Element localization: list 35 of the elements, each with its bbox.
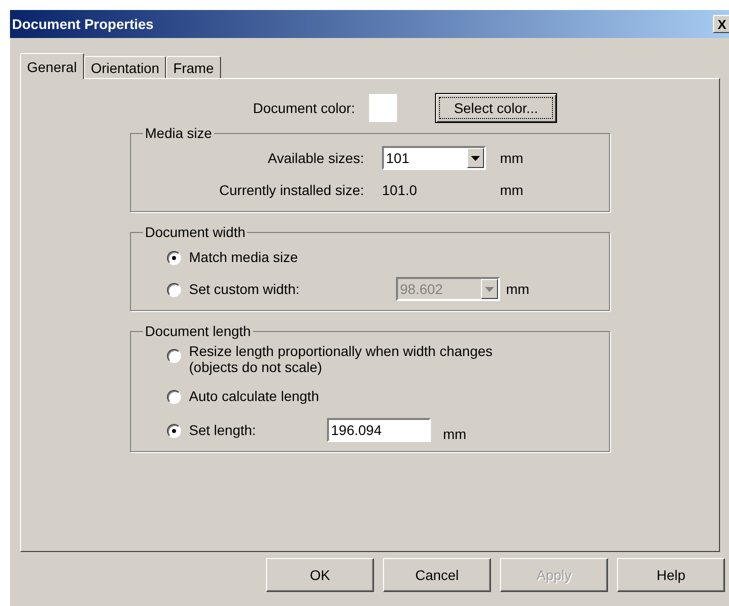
dialog-button[interactable]: Cancel xyxy=(383,558,491,592)
document-color-label: Document color: xyxy=(253,100,355,116)
tab[interactable]: General xyxy=(20,53,84,79)
dialog-button[interactable]: Help xyxy=(617,558,725,592)
dropdown-arrow-icon xyxy=(471,156,480,160)
unit-label: mm xyxy=(500,182,524,198)
close-button[interactable]: X xyxy=(713,15,729,33)
available-sizes-label: Available sizes: xyxy=(266,150,364,166)
radio-button[interactable] xyxy=(167,390,181,404)
option-label: Set custom width: xyxy=(189,281,300,297)
length-input[interactable]: 196.094 xyxy=(327,418,431,442)
tab[interactable]: Orientation xyxy=(84,56,166,78)
unit-label: mm xyxy=(500,150,524,166)
select-color-button[interactable]: Select color... xyxy=(434,93,557,123)
unit-label: mm xyxy=(443,426,466,442)
installed-size-value: 101.0 xyxy=(382,182,418,198)
option-label: (objects do not scale) xyxy=(189,359,324,375)
unit-label: mm xyxy=(506,281,530,297)
available-sizes-dropdown[interactable]: 101 xyxy=(382,146,486,170)
radio-button[interactable] xyxy=(167,349,181,363)
group-title: Media size xyxy=(144,125,213,141)
dialog-button[interactable]: OK xyxy=(266,558,374,592)
window-title: Document Properties xyxy=(11,16,154,32)
option-label: Auto calculate length xyxy=(189,388,319,404)
option-label: Resize length proportionally when width changes xyxy=(189,343,493,359)
option-label: Set length: xyxy=(189,422,256,438)
tab[interactable]: Frame xyxy=(166,56,221,78)
radio-button[interactable] xyxy=(167,251,181,265)
radio-button[interactable] xyxy=(167,283,181,297)
group-title: Document length xyxy=(144,323,252,339)
radio-button[interactable] xyxy=(167,424,181,438)
dropdown-arrow-icon xyxy=(485,286,494,292)
option-label: Match media size xyxy=(189,249,298,265)
installed-size-label: Currently installed size: xyxy=(218,182,364,198)
group-title: Document width xyxy=(144,224,246,240)
